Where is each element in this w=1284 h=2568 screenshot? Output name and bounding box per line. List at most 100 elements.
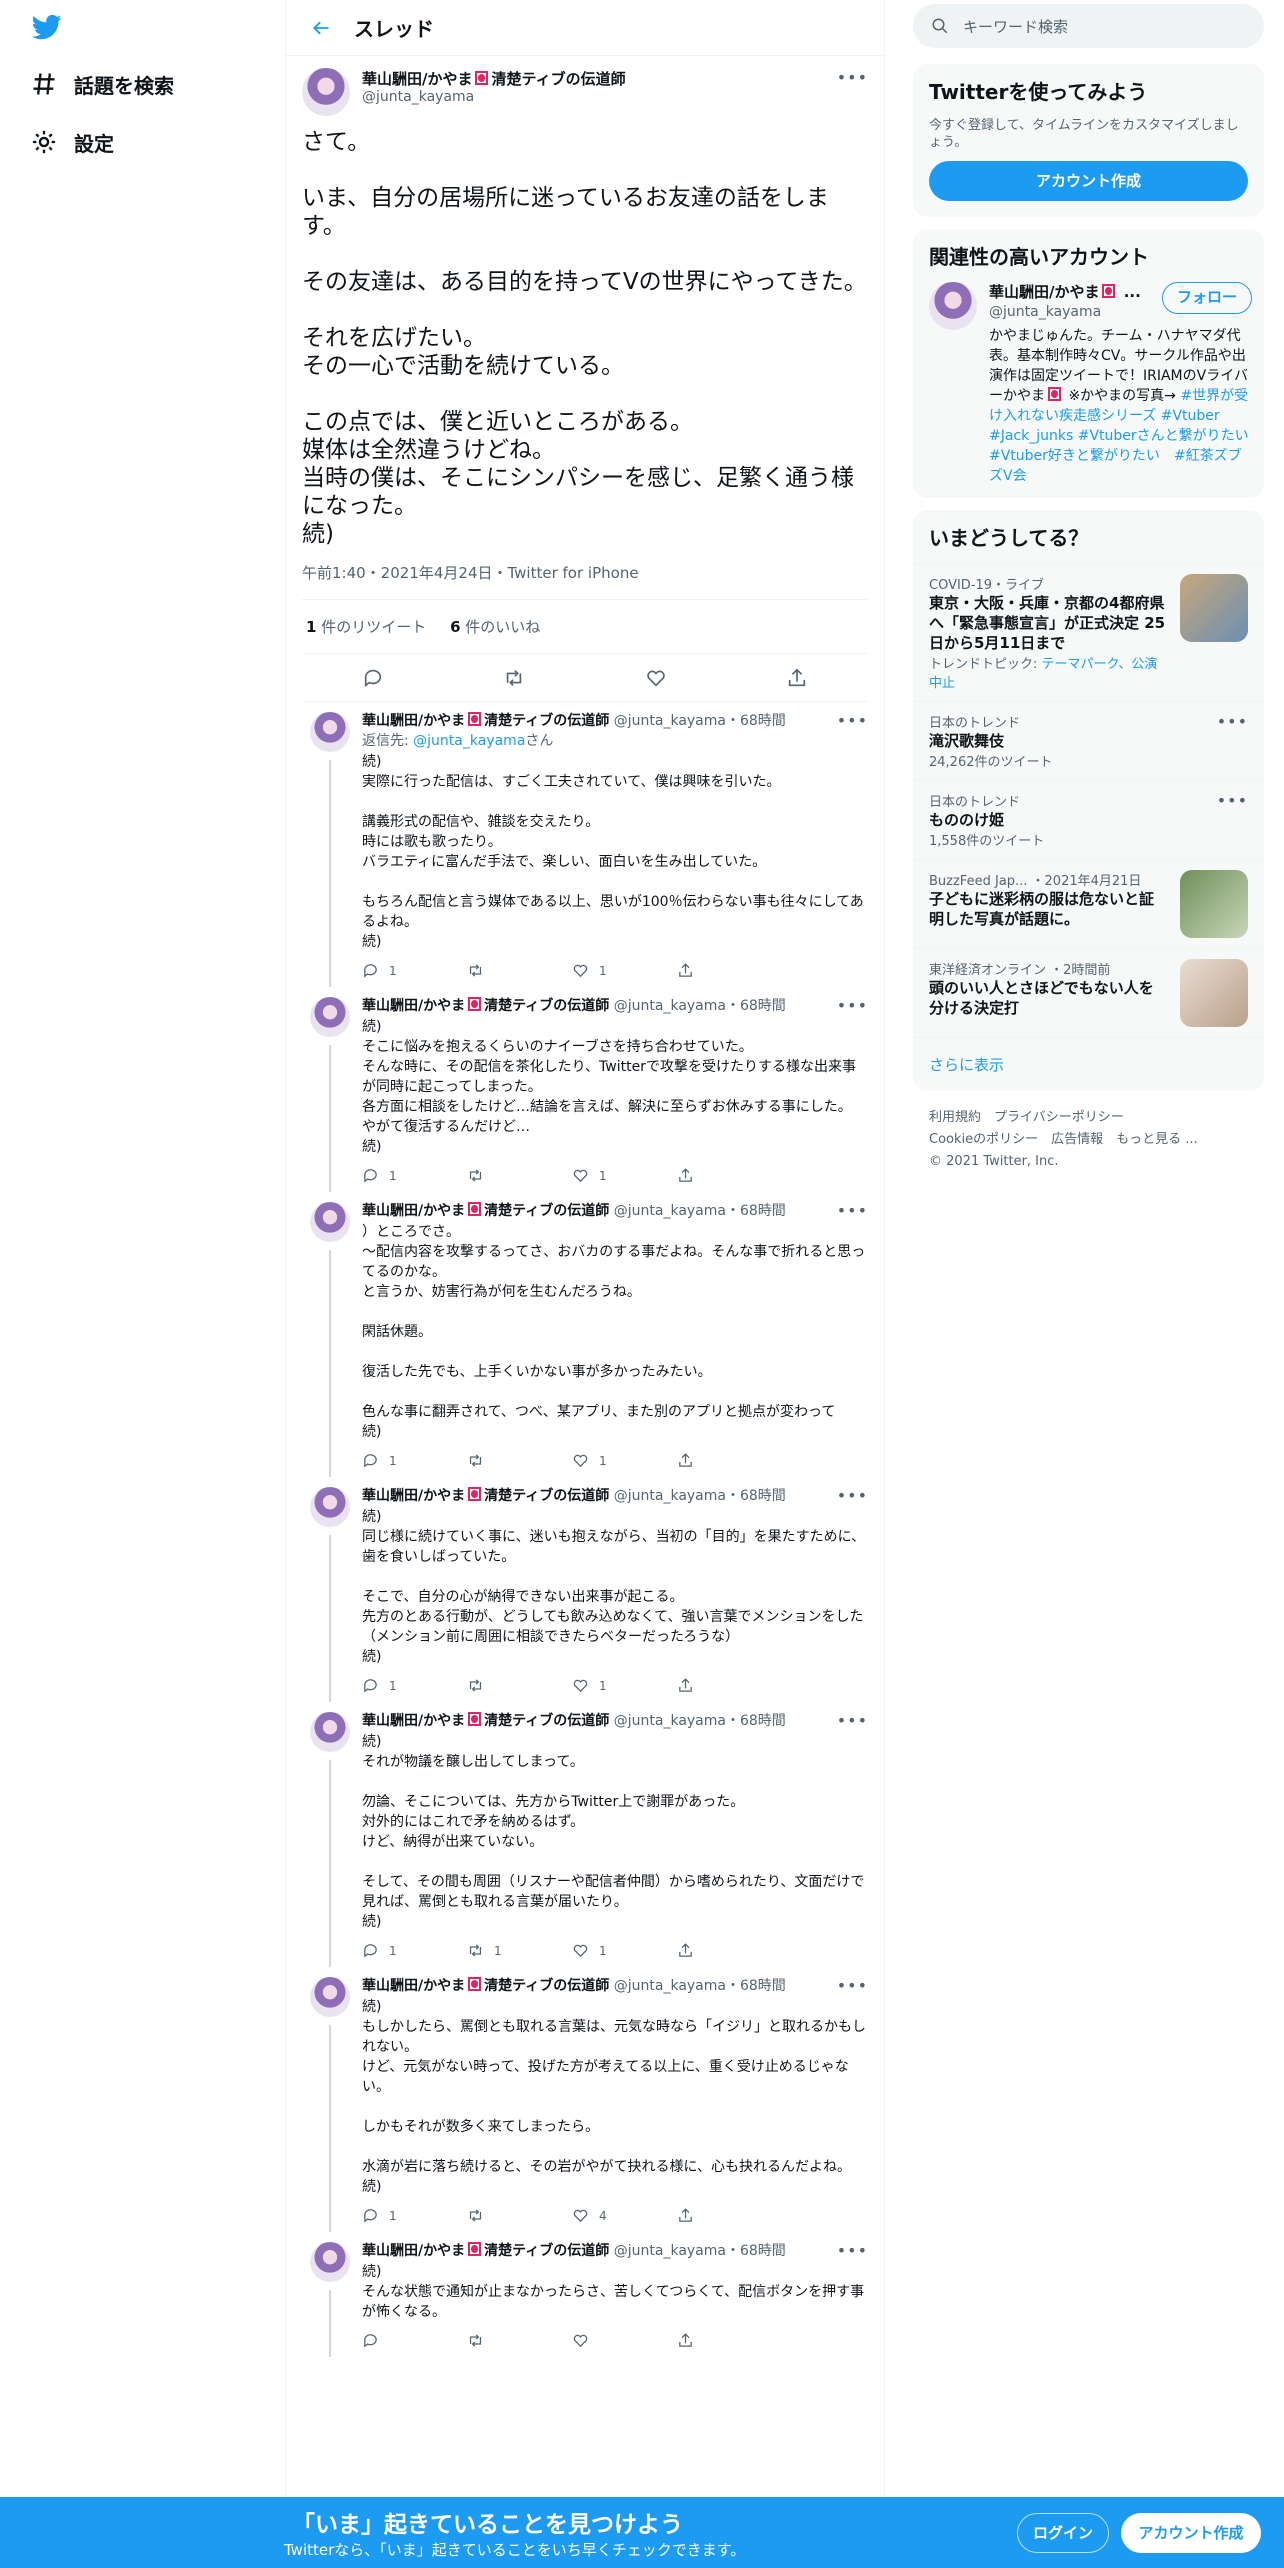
reply-action[interactable]: [362, 2332, 467, 2349]
trend-item[interactable]: 日本のトレンド 滝沢歌舞伎 24,262件のツイート •••: [913, 701, 1264, 780]
author-name[interactable]: 華山駲田/かやま: [362, 2243, 465, 2259]
author-name[interactable]: 華山駲田/かやま: [362, 1203, 465, 1219]
more-options-icon[interactable]: •••: [1217, 791, 1248, 849]
author-name[interactable]: 華山駲田/かやま: [362, 998, 465, 1014]
reply-tweet[interactable]: 華山駲田/かやま 清楚ティブの伝道師 @junta_kayama・68時間 ••• …: [286, 987, 884, 1192]
reply-action[interactable]: 1: [362, 1677, 467, 1694]
share-action[interactable]: [677, 1452, 782, 1469]
trend-item[interactable]: BuzzFeed Jap... ・2021年4月21日 子どもに迷彩柄の服は危ない…: [913, 859, 1264, 948]
footer-links-2[interactable]: Cookieのポリシー 広告情報 もっと見る ...: [929, 1129, 1248, 1151]
reply-action[interactable]: 1: [362, 1452, 467, 1469]
tweet-time[interactable]: ・68時間: [726, 713, 786, 729]
reply-action[interactable]: 1: [362, 2207, 467, 2224]
heart-icon[interactable]: [645, 667, 667, 689]
retweet-action[interactable]: [467, 1677, 572, 1694]
author-name[interactable]: 華山駲田/かやま: [362, 1713, 465, 1729]
reply-tweet[interactable]: 華山駲田/かやま 清楚ティブの伝道師 @junta_kayama・68時間 ••• …: [286, 1477, 884, 1702]
more-options-icon[interactable]: •••: [1217, 712, 1248, 770]
author-name[interactable]: 華山駲田/かやま: [362, 1488, 465, 1504]
reply-action[interactable]: 1: [362, 1942, 467, 1959]
retweet-action[interactable]: [467, 962, 572, 979]
author-handle[interactable]: @junta_kayama: [614, 1713, 726, 1729]
tweet-time[interactable]: ・68時間: [726, 1978, 786, 1994]
author-name[interactable]: 華山駲田/かやま: [362, 713, 465, 729]
twitter-logo-icon[interactable]: [30, 12, 64, 42]
nav-explore[interactable]: 話題を検索: [30, 64, 174, 104]
tweet-time[interactable]: ・68時間: [726, 998, 786, 1014]
more-options-icon[interactable]: •••: [837, 1977, 868, 1995]
footer-links-1[interactable]: 利用規約 プライバシーポリシー: [929, 1107, 1248, 1129]
like-action[interactable]: 1: [572, 1942, 677, 1959]
trend-item[interactable]: 日本のトレンド もののけ姫 1,558件のツイート •••: [913, 780, 1264, 859]
author-handle[interactable]: @junta_kayama: [614, 2243, 726, 2259]
author-handle[interactable]: @junta_kayama: [614, 1978, 726, 1994]
reply-action[interactable]: 1: [362, 962, 467, 979]
avatar[interactable]: [310, 2242, 350, 2282]
share-action[interactable]: [677, 962, 782, 979]
show-more-link[interactable]: さらに表示: [913, 1037, 1264, 1091]
reply-tweet[interactable]: 華山駲田/かやま 清楚ティブの伝道師 @junta_kayama・68時間 ••• …: [286, 702, 884, 987]
reply-to-handle[interactable]: @junta_kayama: [413, 733, 525, 749]
retweet-action[interactable]: [467, 2332, 572, 2349]
share-action[interactable]: [677, 2332, 782, 2349]
retweet-action[interactable]: [467, 1452, 572, 1469]
banner-signup-button[interactable]: アカウント作成: [1121, 2513, 1261, 2553]
more-options-icon[interactable]: •••: [837, 68, 868, 87]
tweet-time[interactable]: ・68時間: [726, 1203, 786, 1219]
reply-icon[interactable]: [362, 667, 384, 689]
nav-settings[interactable]: 設定: [30, 122, 114, 162]
like-action[interactable]: 1: [572, 1167, 677, 1184]
reply-tweet[interactable]: 華山駲田/かやま 清楚ティブの伝道師 @junta_kayama・68時間 ••• …: [286, 1192, 884, 1477]
more-options-icon[interactable]: •••: [837, 1487, 868, 1505]
create-account-button[interactable]: アカウント作成: [929, 161, 1248, 201]
back-button[interactable]: [306, 13, 336, 43]
related-account[interactable]: 華山駲田/かやま ... @junta_kayama フォロー かやまじゅんた。…: [913, 282, 1264, 498]
reply-tweet[interactable]: 華山駲田/かやま 清楚ティブの伝道師 @junta_kayama・68時間 ••• …: [286, 1702, 884, 1967]
avatar[interactable]: [310, 1202, 350, 1242]
share-action[interactable]: [677, 1677, 782, 1694]
retweet-action[interactable]: 1: [467, 1942, 572, 1959]
more-options-icon[interactable]: •••: [837, 712, 868, 730]
avatar[interactable]: [310, 1977, 350, 2017]
reply-action[interactable]: 1: [362, 1167, 467, 1184]
author-name[interactable]: 華山駲田/かやま: [362, 1978, 465, 1994]
like-action[interactable]: 4: [572, 2207, 677, 2224]
reply-tweet[interactable]: 華山駲田/かやま 清楚ティブの伝道師 @junta_kayama・68時間 ••• …: [286, 2232, 884, 2357]
tweet-time[interactable]: ・68時間: [726, 2243, 786, 2259]
more-options-icon[interactable]: •••: [837, 2242, 868, 2260]
tweet-meta[interactable]: 午前1:40・2021年4月24日・Twitter for iPhone: [302, 562, 868, 600]
reply-tweet[interactable]: 華山駲田/かやま 清楚ティブの伝道師 @junta_kayama・68時間 ••• …: [286, 1967, 884, 2232]
like-action[interactable]: 1: [572, 962, 677, 979]
avatar[interactable]: [929, 282, 977, 330]
trend-item[interactable]: 東洋経済オンライン ・2時間前 頭のいい人とさほどでもない人を分ける決定打: [913, 948, 1264, 1037]
retweet-icon[interactable]: [503, 667, 525, 689]
share-action[interactable]: [677, 2207, 782, 2224]
search-input[interactable]: キーワード検索: [913, 4, 1264, 48]
follow-button[interactable]: フォロー: [1161, 282, 1252, 314]
like-action[interactable]: [572, 2332, 677, 2349]
trend-item[interactable]: COVID-19・ライブ 東京・大阪・兵庫・京都の4都府県へ「緊急事態宣言」が正式…: [913, 563, 1264, 701]
more-options-icon[interactable]: •••: [837, 1202, 868, 1220]
share-icon[interactable]: [786, 667, 808, 689]
author-name-row[interactable]: 華山駲田/かやま 清楚ティブの伝道師: [362, 68, 837, 89]
more-options-icon[interactable]: •••: [837, 1712, 868, 1730]
retweet-stat[interactable]: 1 件のリツイート: [306, 618, 426, 636]
avatar[interactable]: [310, 997, 350, 1037]
author-handle[interactable]: @junta_kayama: [614, 1488, 726, 1504]
author-handle[interactable]: @junta_kayama: [614, 1203, 726, 1219]
login-button[interactable]: ログイン: [1017, 2513, 1109, 2553]
like-stat[interactable]: 6 件のいいね: [450, 618, 540, 636]
avatar[interactable]: [310, 712, 350, 752]
like-action[interactable]: 1: [572, 1452, 677, 1469]
tweet-time[interactable]: ・68時間: [726, 1713, 786, 1729]
author-handle[interactable]: @junta_kayama: [614, 713, 726, 729]
share-action[interactable]: [677, 1942, 782, 1959]
retweet-action[interactable]: [467, 2207, 572, 2224]
retweet-action[interactable]: [467, 1167, 572, 1184]
more-options-icon[interactable]: •••: [837, 997, 868, 1015]
share-action[interactable]: [677, 1167, 782, 1184]
avatar[interactable]: [302, 68, 350, 116]
author-handle[interactable]: @junta_kayama: [362, 89, 837, 105]
avatar[interactable]: [310, 1712, 350, 1752]
like-action[interactable]: 1: [572, 1677, 677, 1694]
